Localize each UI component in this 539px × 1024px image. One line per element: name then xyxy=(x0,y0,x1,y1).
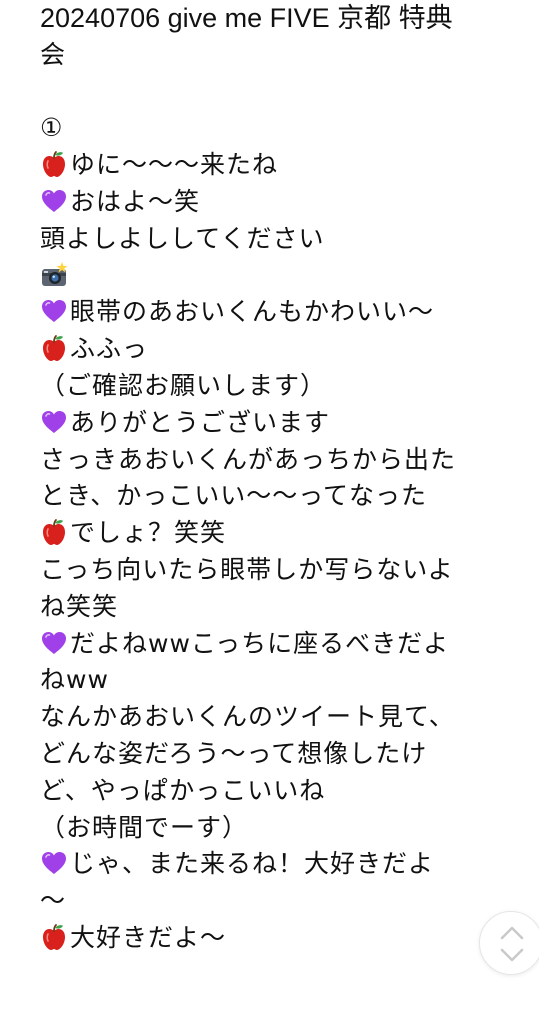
purple-heart-icon xyxy=(40,849,68,877)
dialogue-text: ～ xyxy=(40,886,67,916)
dialogue-line: 頭よしよししてください xyxy=(40,221,510,258)
red-apple-icon xyxy=(40,518,68,546)
dialogue-list: ゆに～～～来たね おはよ～笑頭よしよししてください眼帯のあおいくんもかわいい～ ふふ… xyxy=(40,147,510,957)
dialogue-text: ど、やっぱかっこいいね xyxy=(40,775,326,805)
dialogue-line: どんな姿だろう～って想像したけ xyxy=(40,736,510,773)
dialogue-line: ふふっ xyxy=(40,331,510,368)
dialogue-line: ね笑笑 xyxy=(40,589,510,626)
dialogue-text: でしょ？笑笑 xyxy=(70,518,227,548)
dialogue-text: （お時間でーす） xyxy=(40,812,249,842)
dialogue-text: とき、かっこいい～～ってなった xyxy=(40,481,428,511)
dialogue-line: なんかあおいくんのツイート見て、 xyxy=(40,699,510,736)
dialogue-text: ふふっ xyxy=(70,334,149,364)
dialogue-line: こっち向いたら眼帯しか写らないよ xyxy=(40,552,510,589)
dialogue-text: どんな姿だろう～って想像したけ xyxy=(40,738,428,768)
purple-heart-icon xyxy=(40,629,68,657)
dialogue-line: 大好きだよ～ xyxy=(40,920,510,957)
dialogue-line: （ご確認お願いします） xyxy=(40,368,510,405)
dialogue-line: ど、やっぱかっこいいね xyxy=(40,773,510,810)
purple-heart-icon xyxy=(40,297,68,325)
dialogue-text: 頭よしよししてください xyxy=(40,223,325,253)
dialogue-text: 眼帯のあおいくんもかわいい～ xyxy=(70,297,435,327)
dialogue-text: なんかあおいくんのツイート見て、 xyxy=(40,702,455,732)
chevron-up-down-icon xyxy=(500,926,524,962)
section-number: ① xyxy=(40,113,64,143)
red-apple-icon xyxy=(40,334,68,362)
dialogue-line: ゆに～～～来たね xyxy=(40,147,510,184)
dialogue-line: でしょ？笑笑 xyxy=(40,515,510,552)
dialogue-line: とき、かっこいい～～ってなった xyxy=(40,478,510,515)
post-title-line-2: 会 xyxy=(40,39,67,69)
dialogue-text: だよねwwこっちに座るべきだよ xyxy=(70,628,450,658)
red-apple-icon xyxy=(40,150,68,178)
dialogue-text: ゆに～～～来たね xyxy=(70,150,279,180)
dialogue-text: こっち向いたら眼帯しか写らないよ xyxy=(40,554,454,584)
post-body: 20240706 give me FIVE 京都 特典 会 ① ゆに～～～来たね… xyxy=(40,0,510,957)
dialogue-text: じゃ、また来るね！大好きだよ xyxy=(70,849,435,879)
camera-flash-icon xyxy=(40,261,68,289)
dialogue-line: ～ xyxy=(40,883,510,920)
dialogue-line xyxy=(40,258,510,295)
dialogue-text: ねww xyxy=(40,665,109,695)
dialogue-text: （ご確認お願いします） xyxy=(40,370,327,400)
dialogue-text: さっきあおいくんがあっちから出た xyxy=(40,444,457,474)
post-title-line-1: 20240706 give me FIVE 京都 特典 xyxy=(40,3,453,33)
dialogue-line: さっきあおいくんがあっちから出た xyxy=(40,442,510,479)
purple-heart-icon xyxy=(40,187,68,215)
scroll-toggle-button[interactable] xyxy=(479,911,539,975)
red-apple-icon xyxy=(40,923,68,951)
dialogue-line: ありがとうございます xyxy=(40,405,510,442)
dialogue-line: じゃ、また来るね！大好きだよ xyxy=(40,846,510,883)
dialogue-text: おはよ～笑 xyxy=(70,186,201,216)
dialogue-line: 眼帯のあおいくんもかわいい～ xyxy=(40,294,510,331)
dialogue-text: 大好きだよ～ xyxy=(70,922,227,952)
dialogue-line: ねww xyxy=(40,662,510,699)
dialogue-text: ね笑笑 xyxy=(40,591,119,621)
dialogue-line: おはよ～笑 xyxy=(40,184,510,221)
purple-heart-icon xyxy=(40,408,68,436)
dialogue-text: ありがとうございます xyxy=(70,407,331,437)
note-page: 20240706 give me FIVE 京都 特典 会 ① ゆに～～～来たね… xyxy=(0,0,539,1024)
dialogue-line: だよねwwこっちに座るべきだよ xyxy=(40,626,510,663)
dialogue-line: （お時間でーす） xyxy=(40,810,510,847)
